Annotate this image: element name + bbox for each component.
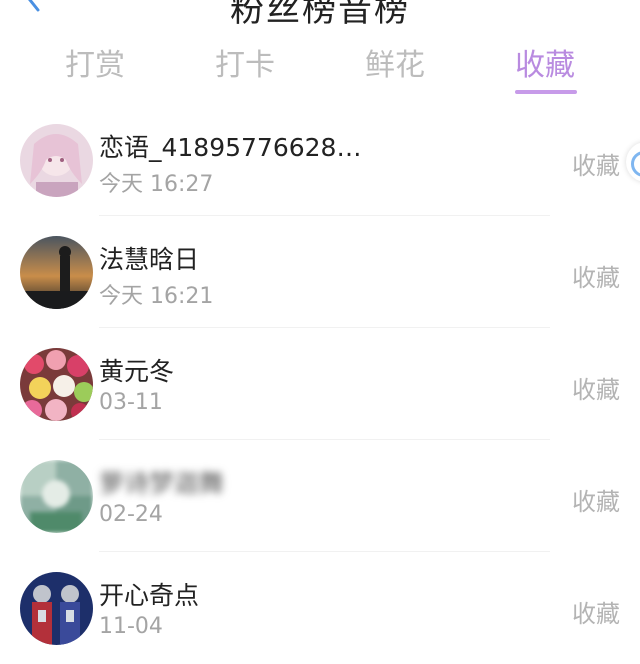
tab-tip[interactable]: 打赏: [20, 40, 170, 84]
avatar: [20, 236, 93, 309]
assistant-icon: [631, 151, 640, 177]
user-name: 黄元冬: [99, 357, 175, 386]
page-title: 粉丝榜音榜: [230, 0, 410, 30]
user-name: 恋语_41895776628…: [99, 133, 362, 162]
tab-bar: 打赏 打卡 鲜花 收藏: [0, 36, 640, 96]
list-item[interactable]: 恋语_41895776628… 今天 16:27 收藏: [0, 104, 640, 216]
list-item[interactable]: 开心奇点 11-04 收藏: [0, 552, 640, 664]
list-item[interactable]: 法慧晗日 今天 16:21 收藏: [0, 216, 640, 328]
favorite-action[interactable]: 收藏: [572, 482, 620, 517]
list-item[interactable]: 黄元冬 03-11 收藏: [0, 328, 640, 440]
timestamp: 今天 16:27: [99, 172, 214, 197]
avatar: [20, 572, 93, 645]
active-tab-indicator: [515, 90, 577, 94]
blurred-avatar-icon: [20, 460, 93, 533]
list-item[interactable]: 萝诗梦迦舞 02-24 收藏: [0, 440, 640, 552]
tab-checkin[interactable]: 打卡: [170, 40, 320, 84]
favorite-action[interactable]: 收藏: [572, 594, 620, 629]
avatar: [20, 348, 93, 421]
timestamp: 02-24: [99, 502, 163, 527]
timestamp: 11-04: [99, 614, 163, 639]
tab-favorites[interactable]: 收藏: [470, 40, 620, 84]
flowers-avatar-icon: [20, 348, 93, 421]
timestamp: 03-11: [99, 390, 163, 415]
favorite-action[interactable]: 收藏: [572, 258, 620, 293]
avatar: [20, 460, 93, 533]
hero-figures-avatar-icon: [20, 572, 93, 645]
user-name: 开心奇点: [99, 581, 200, 610]
top-bar: 粉丝榜音榜: [0, 0, 640, 30]
user-name: 法慧晗日: [99, 245, 200, 274]
user-name: 萝诗梦迦舞: [99, 469, 225, 498]
avatar: [20, 124, 93, 197]
tab-flowers[interactable]: 鲜花: [320, 40, 470, 84]
anime-girl-avatar-icon: [20, 124, 93, 197]
favorite-action[interactable]: 收藏: [572, 146, 620, 181]
favorite-action[interactable]: 收藏: [572, 370, 620, 405]
timestamp: 今天 16:21: [99, 284, 214, 309]
sunset-silhouette-avatar-icon: [20, 236, 93, 309]
